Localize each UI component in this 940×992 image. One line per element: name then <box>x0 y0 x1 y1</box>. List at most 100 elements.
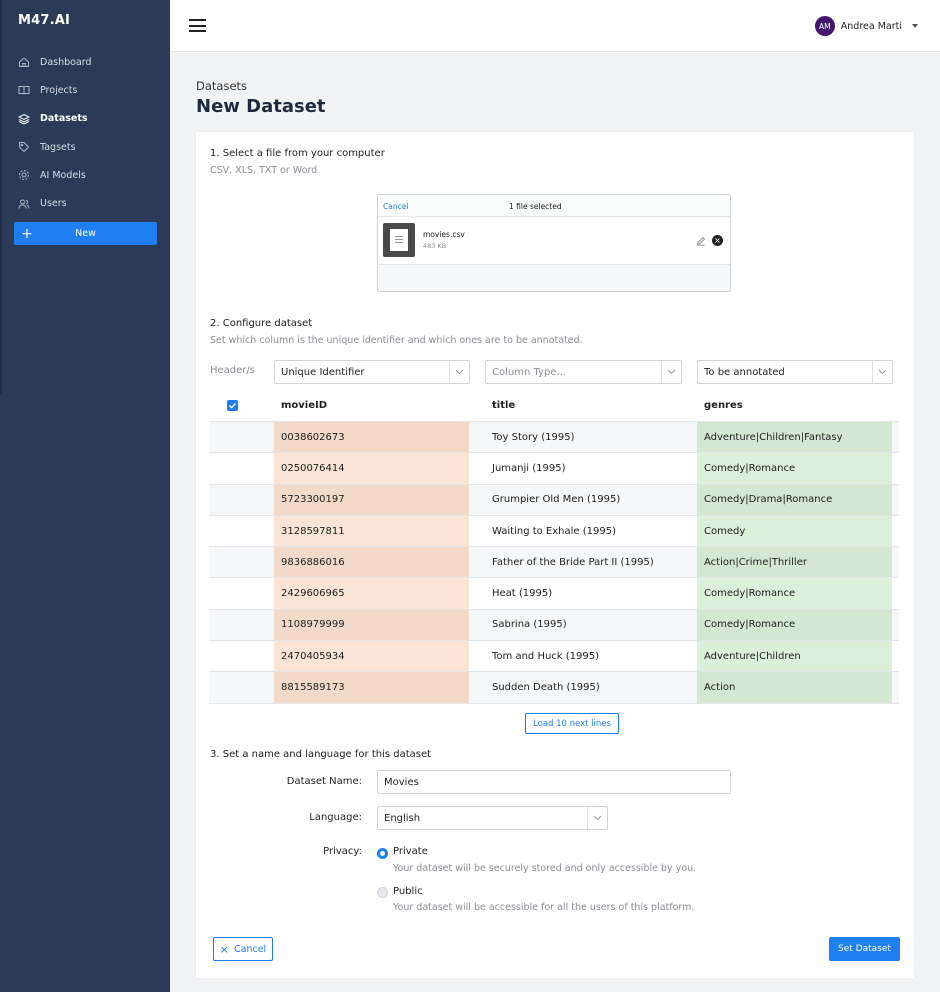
sidebar-item-ai-models[interactable]: AI Models <box>0 161 170 189</box>
hamburger-menu-icon[interactable] <box>189 19 206 32</box>
column1-type-select[interactable]: Unique Identifier <box>274 360 470 384</box>
chevron-down-icon <box>872 361 892 383</box>
sidebar-item-label: AI Models <box>40 169 86 181</box>
sidebar-item-label: Dashboard <box>40 56 92 68</box>
cell-movieid: 5723300197 <box>274 484 469 515</box>
header-checkbox[interactable] <box>227 400 238 411</box>
column-header-movieid: movieID <box>281 400 328 411</box>
header-label: Header/s <box>210 365 255 376</box>
chevron-down-icon <box>587 807 607 829</box>
cell-movieid: 2470405934 <box>274 641 469 672</box>
cell-title: Toy Story (1995) <box>492 431 575 443</box>
tag-icon <box>18 141 30 153</box>
upload-cancel-link[interactable]: Cancel <box>383 202 408 211</box>
layers-icon <box>18 113 30 125</box>
gear-icon <box>18 169 30 181</box>
step3-title: 3. Set a name and language for this data… <box>210 749 432 760</box>
breadcrumb[interactable]: Datasets <box>196 79 247 93</box>
top-bar: AM Andrea Marti <box>170 0 940 52</box>
dataset-name-input[interactable]: Movies <box>377 770 731 794</box>
private-radio[interactable] <box>377 848 388 859</box>
sidebar-item-users[interactable]: Users <box>0 189 170 217</box>
cell-title: Sabrina (1995) <box>492 619 567 631</box>
cell-movieid: 9836886016 <box>274 547 469 578</box>
uploaded-file: movies.csv 483 KB × <box>378 217 730 265</box>
sidebar-item-label: Tagsets <box>40 141 76 153</box>
cell-genres: Comedy|Drama|Romance <box>697 484 892 515</box>
table-row: 2429606965 Heat (1995) Comedy|Romance <box>209 578 899 610</box>
table-row: 3128597811 Waiting to Exhale (1995) Comedy <box>209 515 899 548</box>
cell-title: Grumpier Old Men (1995) <box>492 494 621 506</box>
upload-header: Cancel 1 file selected <box>378 195 730 217</box>
dataset-preview-table: movieID title genres 0038602673 Toy Story… <box>209 390 899 704</box>
caret-down-icon <box>912 24 918 28</box>
home-icon <box>18 56 30 68</box>
user-name: Andrea Marti <box>840 20 902 32</box>
page-title: New Dataset <box>196 96 326 117</box>
sidebar-nav: Dashboard Projects Datasets Tagsets AI M… <box>0 48 170 218</box>
cell-movieid: 0038602673 <box>274 422 469 453</box>
sidebar: M47.AI Dashboard Projects Datasets Tagse… <box>0 0 170 992</box>
set-dataset-button[interactable]: Set Dataset <box>829 937 900 961</box>
table-row: 8815589173 Sudden Death (1995) Action <box>209 672 899 704</box>
table-row: 1108979999 Sabrina (1995) Comedy|Romance <box>209 609 899 642</box>
file-upload-box[interactable]: Cancel 1 file selected movies.csv 483 KB… <box>377 194 731 292</box>
sidebar-item-datasets[interactable]: Datasets <box>0 105 170 133</box>
table-row: 2470405934 Tom and Huck (1995) Adventure|C… <box>209 641 899 673</box>
cancel-button-label: Cancel <box>234 943 267 955</box>
edit-icon[interactable] <box>696 236 706 246</box>
public-radio-label: Public <box>393 886 423 897</box>
table-row: 5723300197 Grumpier Old Men (1995) Comedy|… <box>209 484 899 516</box>
private-description: Your dataset will be securely stored and… <box>393 863 697 874</box>
table-row: 0250076414 Jumanji (1995) Comedy|Romance <box>209 453 899 485</box>
table-header: movieID title genres <box>209 390 899 422</box>
sidebar-item-label: Users <box>40 198 67 210</box>
cell-movieid: 8815589173 <box>274 672 469 703</box>
cell-title: Heat (1995) <box>492 588 553 600</box>
dataset-name-label: Dataset Name: <box>286 776 362 787</box>
step1-title: 1. Select a file from your computer <box>210 148 385 159</box>
table-row: 0038602673 Toy Story (1995) Adventure|Chil… <box>209 422 899 454</box>
step1-subtitle: CSV, XLS, TXT or Word <box>210 165 318 176</box>
app-logo[interactable]: M47.AI <box>18 13 70 28</box>
language-select[interactable]: English <box>377 806 608 830</box>
public-radio[interactable] <box>377 887 388 898</box>
cell-genres: Comedy <box>697 515 892 547</box>
cell-movieid: 1108979999 <box>274 609 469 641</box>
users-icon <box>18 198 30 210</box>
cell-genres: Action <box>697 672 892 703</box>
privacy-label: Privacy: <box>323 846 362 857</box>
cell-movieid: 3128597811 <box>274 515 469 547</box>
column3-type-select[interactable]: To be annotated <box>697 360 893 384</box>
sidebar-item-dashboard[interactable]: Dashboard <box>0 48 170 76</box>
cell-title: Waiting to Exhale (1995) <box>492 525 616 537</box>
cell-genres: Comedy|Romance <box>697 453 892 484</box>
cell-genres: Comedy|Romance <box>697 609 892 641</box>
cell-genres: Action|Crime|Thriller <box>697 547 892 578</box>
select-value: English <box>384 812 421 824</box>
column-header-title: title <box>492 400 516 411</box>
avatar: AM <box>814 16 835 36</box>
book-icon <box>18 84 30 96</box>
public-description: Your dataset will be accessible for all … <box>393 902 695 913</box>
select-value: Unique Identifier <box>281 366 365 378</box>
private-radio-label: Private <box>393 846 428 857</box>
new-button[interactable]: + New <box>14 222 157 245</box>
table-row: 9836886016 Father of the Bride Part II (1… <box>209 547 899 579</box>
sidebar-item-projects[interactable]: Projects <box>0 76 170 104</box>
remove-file-icon[interactable]: × <box>712 235 723 246</box>
load-more-button[interactable]: Load 10 next lines <box>525 713 619 734</box>
column2-type-select[interactable]: Column Type... <box>485 360 682 384</box>
user-menu[interactable]: AM Andrea Marti <box>814 16 918 36</box>
close-icon: × <box>219 942 230 956</box>
cell-title: Father of the Bride Part II (1995) <box>492 556 654 568</box>
step2-subtitle: Set which column is the unique identifie… <box>210 335 583 346</box>
cancel-button[interactable]: × Cancel <box>213 937 273 961</box>
sidebar-item-label: Datasets <box>40 113 88 125</box>
cell-movieid: 0250076414 <box>274 453 469 484</box>
sidebar-item-label: Projects <box>40 84 78 96</box>
select-value: To be annotated <box>704 366 785 378</box>
column-header-genres: genres <box>704 400 743 411</box>
sidebar-item-tagsets[interactable]: Tagsets <box>0 133 170 161</box>
new-button-label: New <box>75 228 96 239</box>
